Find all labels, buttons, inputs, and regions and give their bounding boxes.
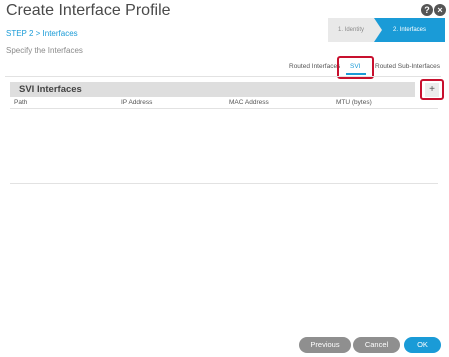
- ok-button[interactable]: OK: [404, 337, 441, 353]
- column-header-ip-address[interactable]: IP Address: [121, 99, 152, 106]
- step-subtitle: Specify the Interfaces: [6, 46, 83, 55]
- tab-routed-interfaces[interactable]: Routed Interfaces: [289, 63, 340, 70]
- column-header-mtu[interactable]: MTU (bytes): [336, 99, 372, 106]
- close-icon[interactable]: ×: [434, 4, 446, 16]
- help-icon[interactable]: ?: [421, 4, 433, 16]
- wizard-progress: 1. Identity 2. Interfaces: [328, 18, 445, 42]
- table-bottom-divider: [10, 183, 438, 184]
- wizard-step-identity: 1. Identity: [328, 18, 374, 42]
- step-label: STEP 2 > Interfaces: [6, 29, 78, 38]
- dialog-title: Create Interface Profile: [6, 2, 171, 19]
- cancel-button[interactable]: Cancel: [353, 337, 400, 353]
- column-header-path[interactable]: Path: [14, 99, 27, 106]
- add-button-highlight: [420, 79, 444, 100]
- wizard-arrow: [374, 18, 382, 42]
- column-header-divider: [10, 108, 438, 109]
- table-title: SVI Interfaces: [19, 84, 82, 95]
- previous-button[interactable]: Previous: [299, 337, 351, 353]
- column-header-mac-address[interactable]: MAC Address: [229, 99, 269, 106]
- tabs-divider: [5, 76, 441, 77]
- wizard-step-interfaces: 2. Interfaces: [374, 18, 445, 42]
- tab-routed-sub-interfaces[interactable]: Routed Sub-Interfaces: [375, 63, 440, 70]
